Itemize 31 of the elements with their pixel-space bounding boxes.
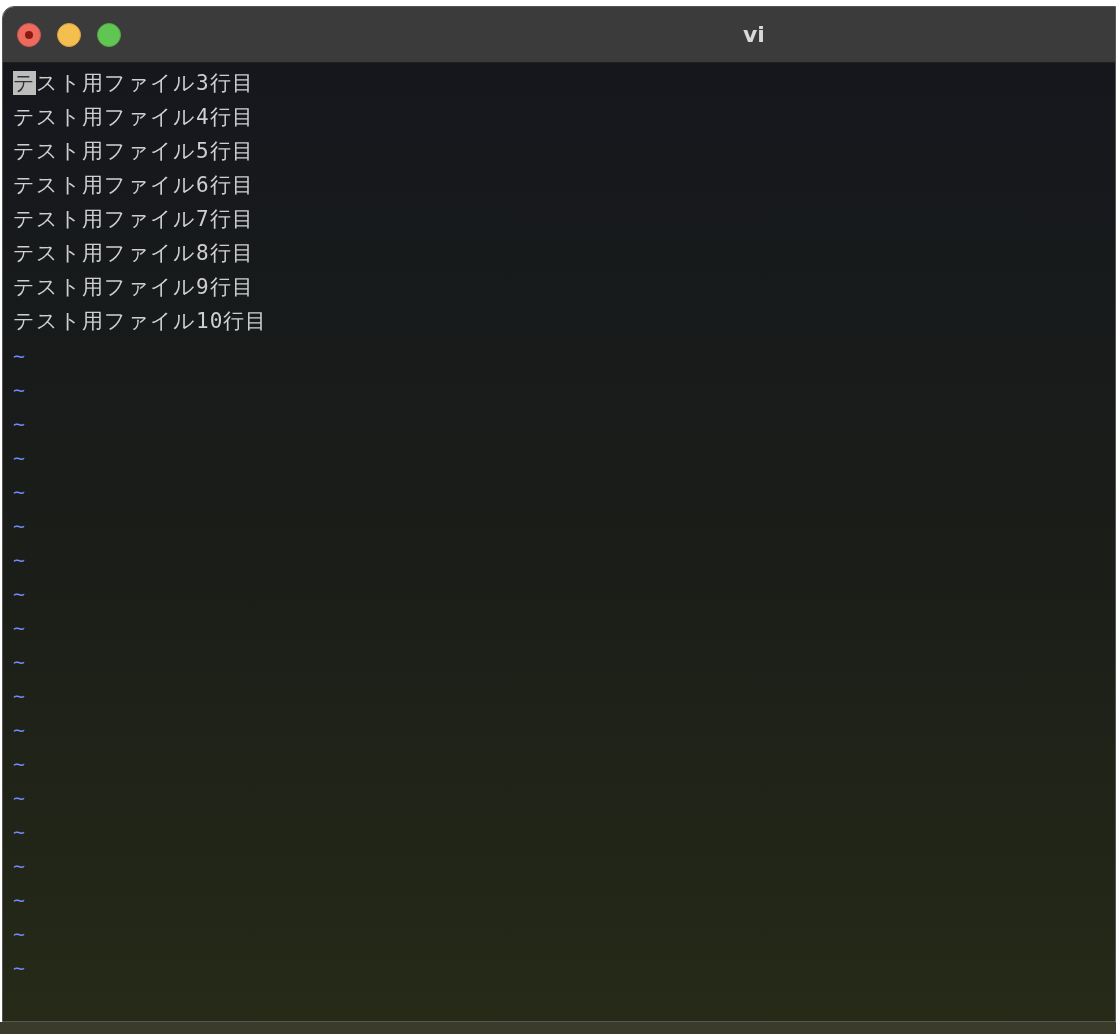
empty-line-marker: ~ [13, 955, 26, 982]
text-line: テスト用ファイル6行目 [13, 172, 254, 200]
close-button[interactable] [17, 22, 41, 47]
text-line: テスト用ファイル7行目 [13, 206, 254, 234]
empty-line-marker: ~ [13, 445, 26, 472]
empty-line-marker: ~ [13, 513, 26, 540]
text-line: テスト用ファイル5行目 [13, 138, 254, 166]
zoom-button[interactable] [97, 22, 121, 47]
empty-line-marker: ~ [13, 751, 26, 778]
empty-line-marker: ~ [13, 581, 26, 608]
empty-line-marker: ~ [13, 717, 26, 744]
text-line: テスト用ファイル8行目 [13, 240, 254, 268]
empty-line-marker: ~ [13, 547, 26, 574]
empty-line-marker: ~ [13, 853, 26, 880]
empty-line-marker: ~ [13, 411, 26, 438]
text-line: テスト用ファイル10行目 [13, 308, 268, 336]
empty-line-marker: ~ [13, 615, 26, 642]
text-line: テスト用ファイル9行目 [13, 274, 254, 302]
empty-line-marker: ~ [13, 377, 26, 404]
window-title: vi [743, 21, 765, 49]
empty-line-marker: ~ [13, 921, 26, 948]
empty-line-marker: ~ [13, 683, 26, 710]
empty-line-marker: ~ [13, 343, 26, 370]
empty-line-marker: ~ [13, 819, 26, 846]
empty-line-marker: ~ [13, 785, 26, 812]
empty-line-marker: ~ [13, 887, 26, 914]
empty-line-marker: ~ [13, 479, 26, 506]
minimize-button[interactable] [57, 22, 81, 47]
empty-line-marker: ~ [13, 649, 26, 676]
text-line: テスト用ファイル3行目 [13, 70, 254, 98]
text-line: テスト用ファイル4行目 [13, 104, 254, 132]
